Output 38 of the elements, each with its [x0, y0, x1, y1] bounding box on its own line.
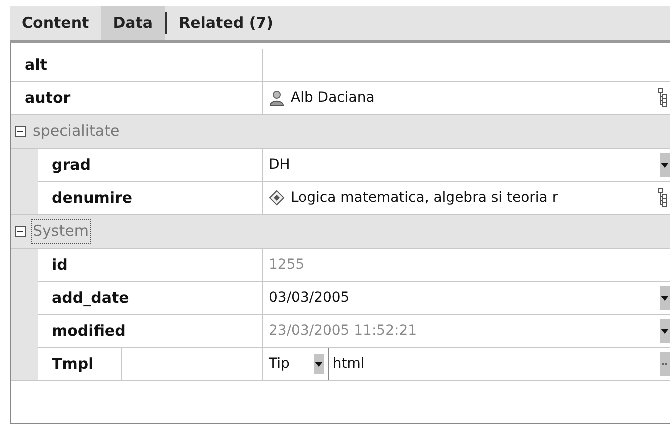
tree-icon: [658, 88, 668, 108]
property-name: modified: [51, 320, 126, 342]
tab[interactable]: Content: [10, 6, 102, 40]
dropdown-button[interactable]: [660, 319, 670, 343]
caret-icon: [314, 362, 323, 366]
tab[interactable]: Related (7): [167, 6, 286, 40]
property-name: grad: [51, 154, 91, 176]
value-text: Logica matematica, algebra si teoria r: [291, 188, 560, 208]
collapse-toggle[interactable]: [15, 226, 26, 237]
value-text: DH: [269, 156, 292, 174]
caret-icon: [661, 162, 669, 168]
collapse-toggle[interactable]: [15, 126, 26, 137]
value-text: 23/03/2005 11:52:21: [269, 322, 418, 340]
value-text: 03/03/2005: [269, 288, 351, 308]
minus-icon: [17, 128, 24, 135]
property-name: id: [51, 254, 68, 276]
tab[interactable]: Data: [101, 6, 166, 40]
dropdown-button[interactable]: [660, 286, 670, 310]
group-title: specialitate: [32, 121, 121, 142]
ellipsis-icon: [662, 362, 668, 366]
property-name: autor: [24, 88, 71, 109]
type-select[interactable]: Tip: [269, 348, 329, 380]
caret-icon: [661, 296, 669, 300]
value-text: 1255: [269, 256, 306, 274]
minus-icon: [17, 228, 24, 235]
value-text: Alb Daciana: [291, 88, 376, 108]
group-title: System: [32, 220, 90, 243]
value-text: html: [332, 354, 366, 374]
property-name: add_date: [51, 288, 130, 309]
property-name: denumire: [51, 188, 133, 209]
diamond-icon: [269, 190, 285, 206]
ellipsis-button[interactable]: [660, 352, 670, 376]
person-icon: [269, 90, 285, 106]
tree-icon: [658, 188, 668, 208]
dropdown-button[interactable]: [660, 153, 670, 177]
property-name: Tmpl: [51, 354, 94, 375]
property-name: alt: [24, 54, 48, 76]
caret-icon: [661, 328, 669, 334]
